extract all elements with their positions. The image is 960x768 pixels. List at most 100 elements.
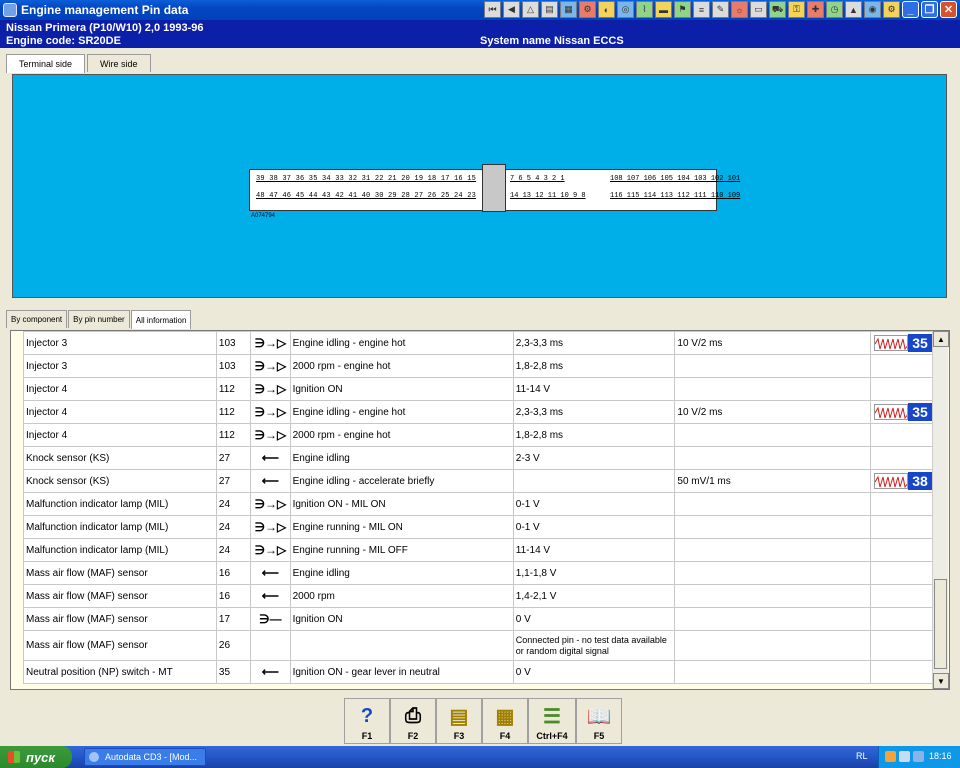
close-icon[interactable]: ✕ xyxy=(940,1,957,18)
table-row[interactable]: Injector 4 112 ∋→▷ Ignition ON 11-14 V xyxy=(23,377,935,401)
scroll-thumb[interactable] xyxy=(934,579,947,669)
oscilloscope-cell[interactable]: 35 xyxy=(870,331,935,355)
wrench-icon[interactable]: ✎ xyxy=(712,1,729,18)
tab-all-information[interactable]: All information xyxy=(130,310,192,329)
waveform-setting-cell xyxy=(674,354,872,378)
sensor-icon[interactable]: ◐ xyxy=(598,1,615,18)
battery-icon[interactable]: ▬ xyxy=(655,1,672,18)
component-cell: Injector 3 xyxy=(23,354,217,378)
waveform-button[interactable]: 38 xyxy=(873,472,932,490)
oscilloscope-cell xyxy=(870,515,935,539)
car-icon[interactable]: ⛟ xyxy=(769,1,786,18)
pin-data-table: Injector 3 103 ∋→▷ Engine idling - engine h… xyxy=(23,331,935,684)
ground-signal-icon: ∋— xyxy=(259,612,282,626)
table-row[interactable]: Neutral position (NP) switch - MT 35 ⟵ Igni… xyxy=(23,660,935,684)
chart-icon[interactable]: ▦ xyxy=(560,1,577,18)
table-row[interactable]: Mass air flow (MAF) sensor 26 Connected pi… xyxy=(23,630,935,661)
start-button[interactable]: пуск xyxy=(0,746,72,768)
first-record-icon[interactable]: ⏮ xyxy=(484,1,501,18)
f1-button[interactable]: ? F1 xyxy=(344,698,390,744)
tray-app-icon[interactable] xyxy=(885,751,896,762)
settings-icon[interactable]: ⚙ xyxy=(883,1,900,18)
table-row[interactable]: Knock sensor (KS) 27 ⟵ Engine idling - acce… xyxy=(23,469,935,493)
f3-button[interactable]: ▤ F3 xyxy=(436,698,482,744)
network-icon[interactable] xyxy=(899,751,910,762)
component-cell: Malfunction indicator lamp (MIL) xyxy=(23,492,217,516)
gauge-icon[interactable]: ◎ xyxy=(617,1,634,18)
triangle-icon[interactable]: ▲ xyxy=(845,1,862,18)
list-tabs: By component By pin number All informati… xyxy=(6,310,192,329)
scroll-up-icon[interactable]: ▲ xyxy=(933,331,949,347)
volume-icon[interactable] xyxy=(913,751,924,762)
value-cell: 1,8-2,8 ms xyxy=(512,423,676,447)
f4-label: F4 xyxy=(499,731,511,741)
wiring-icon[interactable]: ⌇ xyxy=(636,1,653,18)
waveform-setting-cell xyxy=(674,630,872,661)
waveform-setting-cell xyxy=(674,660,872,684)
timing-icon[interactable]: ◷ xyxy=(826,1,843,18)
value-cell: 1,1-1,8 V xyxy=(512,561,676,585)
waveform-setting-cell xyxy=(674,584,872,608)
window-icon[interactable]: ▭ xyxy=(750,1,767,18)
waveform-icon xyxy=(874,473,908,489)
flag-icon[interactable]: ⚑ xyxy=(674,1,691,18)
tab-by-pin-number[interactable]: By pin number xyxy=(68,310,130,328)
f4-button[interactable]: ▦ F4 xyxy=(482,698,528,744)
document-icon[interactable]: ▤ xyxy=(541,1,558,18)
connector-row-2-mid: 14 13 12 11 10 9 8 xyxy=(510,192,586,200)
ecu-connector: 39 38 37 36 35 34 33 32 31 22 21 20 19 1… xyxy=(249,164,740,212)
cd-icon[interactable]: ◉ xyxy=(864,1,881,18)
condition-cell: 2000 rpm - engine hot xyxy=(289,354,514,378)
waveform-button[interactable]: 35 xyxy=(873,334,932,352)
table-row[interactable]: Injector 4 112 ∋→▷ Engine idling - engine h… xyxy=(23,400,935,424)
tab-terminal-side[interactable]: Terminal side xyxy=(6,54,86,73)
component-cell: Mass air flow (MAF) sensor xyxy=(23,561,217,585)
component-cell: Mass air flow (MAF) sensor xyxy=(23,607,217,631)
output-signal-icon: ∋→▷ xyxy=(254,382,287,396)
table-row[interactable]: Mass air flow (MAF) sensor 16 ⟵ 2000 rpm 1,4… xyxy=(23,584,935,608)
input-arrow-icon: ⟵ xyxy=(261,566,279,580)
component-cell: Knock sensor (KS) xyxy=(23,469,217,493)
waveform-setting-cell xyxy=(674,492,872,516)
tab-by-component[interactable]: By component xyxy=(6,310,68,328)
table-row[interactable]: Knock sensor (KS) 27 ⟵ Engine idling 2-3 V xyxy=(23,446,935,470)
language-indicator[interactable]: RL xyxy=(856,751,868,761)
diagnosis-icon[interactable]: ✚ xyxy=(807,1,824,18)
previous-record-icon[interactable]: ◀ xyxy=(503,1,520,18)
f2-button[interactable]: ⎙ F2 xyxy=(390,698,436,744)
key-icon[interactable]: ⚿ xyxy=(788,1,805,18)
taskbar-item-autodata[interactable]: Autodata CD3 - [Mod... xyxy=(84,748,206,766)
table-row[interactable]: Injector 3 103 ∋→▷ Engine idling - engine h… xyxy=(23,331,935,355)
waveform-setting-cell: 10 V/2 ms xyxy=(674,331,872,355)
table-row[interactable]: Injector 3 103 ∋→▷ 2000 rpm - engine hot 1,8… xyxy=(23,354,935,378)
tools-icon[interactable]: ≡ xyxy=(693,1,710,18)
light-icon[interactable]: ☼ xyxy=(731,1,748,18)
pin-cell: 16 xyxy=(215,561,252,585)
table-row[interactable]: Malfunction indicator lamp (MIL) 24 ∋→▷ Ign… xyxy=(23,492,935,516)
oscilloscope-cell[interactable]: 35 xyxy=(870,400,935,424)
value-cell: 1,8-2,8 ms xyxy=(512,354,676,378)
component-cell: Mass air flow (MAF) sensor xyxy=(23,584,217,608)
scroll-down-icon[interactable]: ▼ xyxy=(933,673,949,689)
f5-button[interactable]: 📖 F5 xyxy=(576,698,622,744)
table-scrollbar[interactable]: ▲ ▼ xyxy=(932,331,949,689)
value-cell: Connected pin - no test data available o… xyxy=(512,630,676,661)
task-label: Autodata CD3 - [Mod... xyxy=(105,752,198,762)
minimize-icon[interactable]: _ xyxy=(902,1,919,18)
warning-icon[interactable]: △ xyxy=(522,1,539,18)
tab-wire-side[interactable]: Wire side xyxy=(87,54,151,72)
table-row[interactable]: Malfunction indicator lamp (MIL) 24 ∋→▷ Eng… xyxy=(23,515,935,539)
maximize-icon[interactable]: ❐ xyxy=(921,1,938,18)
table-row[interactable]: Mass air flow (MAF) sensor 17 ∋— Ignition O… xyxy=(23,607,935,631)
ctrl-f4-button[interactable]: ☰ Ctrl+F4 xyxy=(528,698,576,744)
oscilloscope-cell[interactable]: 38 xyxy=(870,469,935,493)
table-row[interactable]: Malfunction indicator lamp (MIL) 24 ∋→▷ Eng… xyxy=(23,538,935,562)
engine-icon[interactable]: ⚙ xyxy=(579,1,596,18)
list-icon: ☰ xyxy=(543,705,561,728)
value-cell: 0-1 V xyxy=(512,515,676,539)
table-row[interactable]: Mass air flow (MAF) sensor 16 ⟵ Engine idli… xyxy=(23,561,935,585)
pin-cell: 112 xyxy=(215,400,252,424)
book-icon: 📖 xyxy=(586,705,612,728)
waveform-button[interactable]: 35 xyxy=(873,403,932,421)
table-row[interactable]: Injector 4 112 ∋→▷ 2000 rpm - engine hot 1,8… xyxy=(23,423,935,447)
